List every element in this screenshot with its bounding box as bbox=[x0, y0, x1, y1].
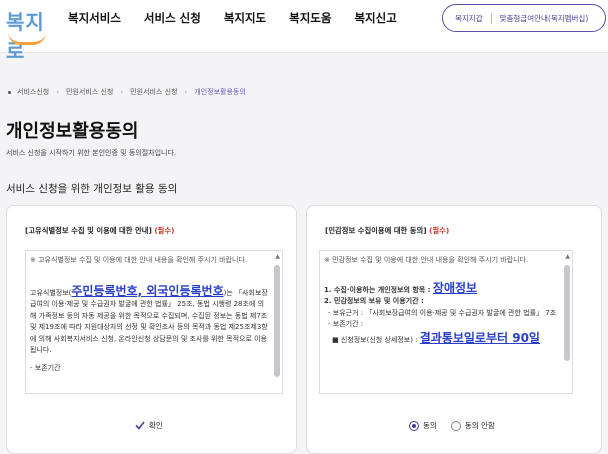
retention-label: - 보존기간 bbox=[30, 363, 61, 372]
unique-id-consent-card: [고유식별정보 수집 및 이용에 대한 안내] (필수) ※ 고유식별정보 수집… bbox=[6, 205, 297, 454]
disagree-radio[interactable] bbox=[450, 420, 461, 431]
link-divider bbox=[490, 12, 492, 24]
retention-basis: - 보유근거 : 「사회보장급여의 이용·제공 및 수급권자 발굴에 관한 법률… bbox=[328, 308, 557, 317]
nav-service-apply[interactable]: 서비스 신청 bbox=[144, 10, 201, 26]
nav-welfare-service[interactable]: 복지서비스 bbox=[68, 10, 121, 26]
welfare-wallet-link[interactable]: 복지지갑 bbox=[455, 13, 483, 24]
nav-welfare-map[interactable]: 복지지도 bbox=[224, 10, 266, 26]
item-2: 2. 민감정보의 보유 및 이용기간 : bbox=[324, 297, 424, 305]
terms-content: ※ 민감정보 수집 및 이용에 대한 안내 내용을 확인해 주시기 바랍니다. … bbox=[324, 255, 558, 346]
terms-scroll-box[interactable]: ※ 민감정보 수집 및 이용에 대한 안내 내용을 확인해 주시기 바랍니다. … bbox=[319, 250, 573, 394]
agree-label: 동의 bbox=[423, 421, 437, 430]
section-title: 서비스 신청을 위한 개인정보 활용 동의 bbox=[6, 183, 178, 195]
breadcrumb-item[interactable]: 민원서비스 신청 bbox=[130, 87, 177, 97]
scrollbar-thumb[interactable] bbox=[274, 265, 280, 377]
consent-radio-group: 동의 동의 안함 bbox=[409, 420, 495, 431]
header: 복지로 복지서비스 서비스 신청 복지지도 복지도움 복지신고 복지지갑 맞춤형… bbox=[0, 0, 608, 63]
breadcrumb-item[interactable]: 서비스신청 bbox=[17, 87, 49, 97]
card-title: [민감정보 수집이용에 대한 동의] (필수) bbox=[325, 226, 449, 236]
body-rest: 「사회보장급여의 이용·제공 및 수급권자 발굴에 관한 법률」 25조, 동법… bbox=[30, 288, 268, 355]
page-title: 개인정보활용동의 bbox=[6, 121, 139, 142]
highlight-id-numbers: 주민등록번호, 외국인등록번호 bbox=[71, 283, 224, 298]
notice-text: ※ 고유식별정보 수집 및 이용에 대한 안내 내용을 확인해 주시기 바랍니다… bbox=[30, 256, 248, 264]
card-title-text: [민감정보 수집이용에 대한 동의] bbox=[325, 226, 427, 235]
chevron-right-icon: › bbox=[184, 88, 188, 96]
membership-link[interactable]: 맞춤형급여안내(복지멤버십) bbox=[500, 13, 589, 24]
card-title-text: [고유식별정보 수집 및 이용에 대한 안내] bbox=[25, 226, 152, 235]
required-badge: (필수) bbox=[429, 226, 450, 235]
chevron-right-icon: › bbox=[56, 88, 60, 96]
card-title: [고유식별정보 수집 및 이용에 대한 안내] (필수) bbox=[25, 226, 174, 236]
scrollbar-thumb[interactable] bbox=[564, 265, 570, 361]
main-nav: 복지서비스 서비스 신청 복지지도 복지도움 복지신고 bbox=[68, 10, 420, 26]
retention-period-label: - 보존기간 : bbox=[328, 320, 364, 328]
retention-period: ■ 신청정보(신청 상세정보) : 결과통보일로부터 90일 bbox=[324, 331, 558, 347]
notice-text: ※ 민감정보 수집 및 이용에 대한 안내 내용을 확인해 주시기 바랍니다. bbox=[324, 256, 529, 264]
breadcrumb-current: 개인정보활용동의 bbox=[194, 88, 246, 96]
highlight-disability-info: 장애정보 bbox=[432, 280, 478, 295]
confirm-label: 확인 bbox=[149, 421, 163, 430]
page-subtitle: 서비스 신청을 시작하기 위한 본인인증 및 동의절차입니다. bbox=[6, 149, 177, 157]
scrollbar[interactable] bbox=[274, 257, 280, 389]
body-prefix: 고유식별정보( bbox=[30, 288, 72, 297]
item-1: 1. 수집·이용하는 개인정보의 항목 : 장애정보 bbox=[324, 281, 558, 297]
scrollbar[interactable] bbox=[564, 257, 570, 389]
breadcrumb: 서비스신청 › 민원서비스 신청 › 민원서비스 신청 › 개인정보활용동의 bbox=[8, 87, 246, 97]
confirm-checkbox[interactable]: 확인 bbox=[135, 420, 163, 431]
home-dot-icon bbox=[8, 90, 11, 94]
agree-radio[interactable] bbox=[409, 420, 419, 431]
nav-welfare-report[interactable]: 복지신고 bbox=[354, 10, 396, 26]
header-links: 복지지갑 맞춤형급여안내(복지멤버십) bbox=[442, 4, 606, 32]
nav-welfare-help[interactable]: 복지도움 bbox=[289, 10, 331, 26]
highlight-period: 결과통보일로부터 90일 bbox=[419, 330, 540, 345]
terms-body: 고유식별정보(주민등록번호, 외국인등록번호)는 「사회보장급여의 이용·제공 … bbox=[30, 284, 268, 357]
terms-scroll-box[interactable]: ※ 고유식별정보 수집 및 이용에 대한 안내 내용을 확인해 주시기 바랍니다… bbox=[25, 250, 283, 394]
check-icon bbox=[135, 421, 145, 430]
required-badge: (필수) bbox=[154, 226, 175, 235]
logo[interactable]: 복지로 bbox=[6, 4, 50, 63]
sensitive-info-consent-card: [민감정보 수집이용에 대한 동의] (필수) ※ 민감정보 수집 및 이용에 … bbox=[306, 205, 602, 454]
body-suffix: )는 bbox=[223, 288, 233, 297]
item-1-text: 1. 수집·이용하는 개인정보의 항목 : bbox=[324, 285, 433, 294]
breadcrumb-item[interactable]: 민원서비스 신청 bbox=[66, 87, 113, 97]
terms-content: ※ 고유식별정보 수집 및 이용에 대한 안내 내용을 확인해 주시기 바랍니다… bbox=[30, 255, 268, 374]
disagree-label: 동의 안함 bbox=[464, 421, 495, 430]
period-text: ■ 신청정보(신청 상세정보) : bbox=[332, 335, 420, 344]
chevron-right-icon: › bbox=[120, 88, 124, 96]
